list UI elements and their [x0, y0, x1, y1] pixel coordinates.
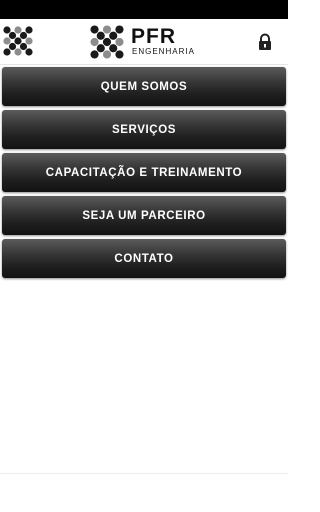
bottom-divider [0, 473, 288, 474]
brand-mark-icon [90, 25, 124, 59]
pfr-logo-icon[interactable] [3, 26, 33, 56]
menu-item-servicos[interactable]: SERVIÇOS [2, 110, 286, 149]
brand-logo: PFR ENGENHARIA [90, 24, 200, 60]
status-bar [0, 0, 288, 19]
menu-item-label: CAPACITAÇÃO E TREINAMENTO [45, 166, 243, 179]
menu-item-parceiro[interactable]: SEJA UM PARCEIRO [2, 196, 286, 235]
menu-item-label: CONTATO [114, 252, 174, 265]
brand-subtitle: ENGENHARIA [132, 47, 195, 56]
menu-item-label: SERVIÇOS [111, 123, 177, 136]
lock-icon[interactable] [257, 33, 273, 51]
brand-name: PFR [131, 25, 176, 48]
menu-item-quem-somos[interactable]: QUEM SOMOS [2, 67, 286, 106]
menu-item-label: QUEM SOMOS [100, 80, 188, 93]
app-header: PFR ENGENHARIA [0, 19, 288, 65]
main-menu: QUEM SOMOS SERVIÇOS CAPACITAÇÃO E TREINA… [2, 67, 286, 282]
menu-item-contato[interactable]: CONTATO [2, 239, 286, 278]
menu-item-capacitacao[interactable]: CAPACITAÇÃO E TREINAMENTO [2, 153, 286, 192]
menu-item-label: SEJA UM PARCEIRO [82, 209, 206, 222]
